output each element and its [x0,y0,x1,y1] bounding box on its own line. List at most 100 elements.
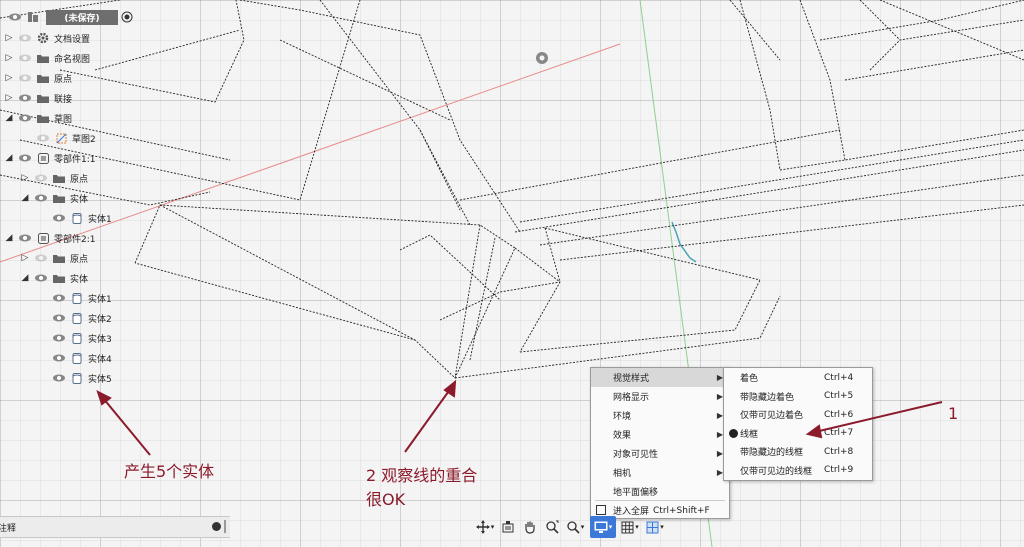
display-menu-item[interactable]: 视觉样式 ▶ [591,368,729,387]
folder-icon [36,52,50,64]
visibility-eye-icon[interactable] [18,152,32,164]
browser-node[interactable]: ▷ 命名视图 [4,49,90,67]
visual-style-item[interactable]: 带隐藏边着色 Ctrl+5 [724,387,872,406]
expand-arrow-icon[interactable]: ▷ [4,93,14,103]
expand-arrow-icon[interactable]: ▷ [4,53,14,63]
active-radio-icon[interactable] [120,11,134,23]
menu-item-label: 视觉样式 [613,374,650,384]
browser-node-label: 实体1 [88,214,112,225]
add-comment-icon[interactable] [212,522,221,531]
collapse-arrow-icon[interactable]: ◢ [4,113,14,123]
browser-node-label: 命名视图 [54,54,91,65]
visibility-eye-icon[interactable] [18,52,32,64]
visibility-eye-icon[interactable] [52,312,66,324]
collapse-arrow-icon[interactable]: ◢ [20,273,30,283]
menu-item-shortcut: Ctrl+9 [824,465,854,475]
grid-icon[interactable]: ▾ [619,516,641,538]
menu-item-label: 相机 [613,469,632,479]
browser-node[interactable]: ◢ 实体 [20,189,88,207]
component-icon [36,152,50,164]
visual-style-item[interactable]: 着色 Ctrl+4 [724,368,872,387]
menu-item-shortcut: Ctrl+Shift+F [653,505,710,516]
browser-node[interactable]: ◢ 零部件1:1 [4,149,96,167]
visual-style-item[interactable]: 仅带可见边着色 Ctrl+6 [724,405,872,424]
visibility-eye-icon[interactable] [52,372,66,384]
visibility-eye-icon[interactable] [36,132,50,144]
visibility-eye-icon[interactable] [52,212,66,224]
visibility-eye-icon[interactable] [34,192,48,204]
body-icon [70,372,84,384]
browser-node[interactable]: ◢ 草图 [4,109,72,127]
browser-node[interactable]: ▷ 原点 [20,169,88,187]
browser-node[interactable]: 实体5 [52,369,112,387]
visibility-eye-icon[interactable] [18,92,32,104]
visibility-eye-icon[interactable] [52,352,66,364]
visibility-eye-icon[interactable] [18,72,32,84]
viewports-icon[interactable]: ▾ [644,516,666,538]
visibility-eye-icon[interactable] [52,332,66,344]
selected-radio-icon [729,428,738,438]
browser-node-label: 实体5 [88,374,112,385]
browser-node-label: 原点 [54,74,73,85]
collapse-arrow-icon[interactable]: ◢ [4,153,14,163]
browser-node[interactable]: ◢ 零部件2:1 [4,229,96,247]
browser-node[interactable]: 实体1 [52,289,112,307]
body-icon [70,212,84,224]
display-menu-item[interactable]: 网格显示 ▶ [591,387,729,406]
browser-node[interactable]: ▷ 联接 [4,89,72,107]
visibility-eye-icon[interactable] [52,292,66,304]
panel-splitter-icon[interactable] [224,520,226,533]
visibility-eye-icon[interactable] [34,172,48,184]
browser-root[interactable]: (未保存) [8,8,134,26]
body-icon [70,292,84,304]
browser-node[interactable]: 实体3 [52,329,112,347]
display-menu-item[interactable]: 对象可见性 ▶ [591,444,729,463]
collapse-arrow-icon[interactable]: ◢ [4,233,14,243]
browser-node[interactable]: 实体1 [52,209,112,227]
display-menu-item[interactable]: 效果 ▶ [591,425,729,444]
display-menu-item[interactable]: 环境 ▶ [591,406,729,425]
browser-node[interactable]: 实体4 [52,349,112,367]
visibility-eye-icon[interactable] [18,32,32,44]
expand-arrow-icon[interactable]: ▷ [4,73,14,83]
browser-node[interactable]: ▷ 文档设置 [4,29,90,47]
pan-icon[interactable] [521,516,539,538]
visibility-eye-icon[interactable] [8,11,22,23]
orbit-icon[interactable]: ▾ [474,516,496,538]
browser-node[interactable]: ◢ 实体 [20,269,88,287]
menu-item-shortcut: Ctrl+5 [824,391,854,401]
component-icon [36,232,50,244]
display-menu-item[interactable]: 地平面偏移 [591,482,729,501]
browser-node[interactable]: 实体2 [52,309,112,327]
browser-node[interactable]: 草图2 [36,129,96,147]
browser-node-label: 零部件1:1 [54,154,96,165]
annotation-menu-note: 1 [948,404,959,423]
visibility-eye-icon[interactable] [18,232,32,244]
display-menu-item[interactable]: 相机 ▶ [591,463,729,482]
folder-icon [52,192,66,204]
browser-node[interactable]: ▷ 原点 [20,249,88,267]
visibility-eye-icon[interactable] [34,252,48,264]
browser-node[interactable]: ▷ 原点 [4,69,72,87]
comment-panel[interactable]: 注释 [0,516,230,538]
fit-icon[interactable]: ▾ [564,516,586,538]
visual-style-item[interactable]: 线框 Ctrl+7 [724,424,872,443]
folder-icon [36,72,50,84]
visibility-eye-icon[interactable] [18,112,32,124]
menu-item-shortcut: Ctrl+7 [824,428,854,438]
menu-item-label: 对象可见性 [613,450,659,460]
expand-arrow-icon[interactable]: ▷ [4,33,14,43]
zoom-icon[interactable] [543,516,561,538]
visual-style-item[interactable]: 仅带可见边的线框 Ctrl+9 [724,461,872,480]
display-settings-button[interactable]: ▾ [590,516,616,538]
menu-item-label: 仅带可见边的线框 [740,466,813,477]
expand-arrow-icon[interactable]: ▷ [20,253,30,263]
expand-arrow-icon[interactable]: ▷ [20,173,30,183]
visibility-eye-icon[interactable] [34,272,48,284]
look-at-icon[interactable] [499,516,517,538]
folder-icon [52,172,66,184]
visual-style-item[interactable]: 带隐藏边的线框 Ctrl+8 [724,442,872,461]
collapse-arrow-icon[interactable]: ◢ [20,193,30,203]
annotation-lines-note-1: 2 观察线的重合 [366,466,478,485]
browser-node-label: 实体1 [88,294,112,305]
